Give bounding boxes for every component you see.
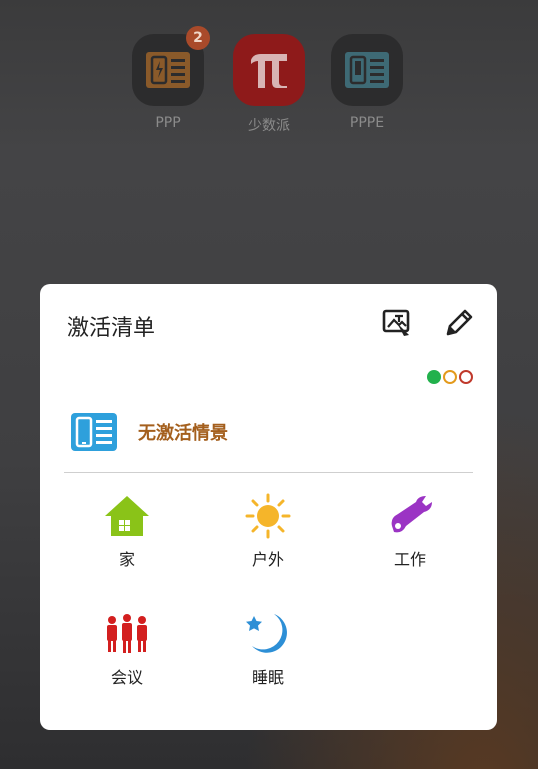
image-edit-button[interactable]: [380, 306, 414, 340]
activation-list-widget: 激活清单 无激活情景 家 户外 工作 会议 睡眠: [40, 284, 497, 730]
active-scene-status[interactable]: 无激活情景: [70, 412, 228, 452]
app-pppe[interactable]: PPPE: [322, 34, 412, 131]
notification-badge: 2: [186, 26, 210, 50]
indicator-dot-red: [459, 370, 473, 384]
app-icon-ppp[interactable]: 2: [132, 26, 210, 106]
indicator-dot-orange: [443, 370, 457, 384]
app-sspai[interactable]: 少数派: [224, 34, 314, 135]
indicator-dot-green: [427, 370, 441, 384]
status-indicator-dots: [427, 370, 473, 384]
scene-label: 工作: [393, 550, 426, 569]
scene-label: 家: [118, 550, 135, 569]
scene-meeting[interactable]: 会议: [77, 610, 177, 688]
house-icon: [105, 496, 149, 536]
scene-outdoor[interactable]: 户外: [218, 492, 318, 570]
scene-label: 户外: [251, 550, 284, 569]
app-icon-sspai[interactable]: [233, 34, 305, 106]
app-label: PPPE: [349, 115, 385, 131]
phone-list-icon: [146, 52, 190, 88]
scene-sleep[interactable]: 睡眠: [218, 610, 318, 688]
widget-title: 激活清单: [67, 316, 156, 341]
phone-list-icon: [345, 52, 389, 88]
scene-label: 会议: [110, 668, 143, 687]
image-edit-icon: [382, 309, 410, 336]
scene-work[interactable]: 工作: [360, 492, 460, 570]
app-icon-pppe[interactable]: [331, 34, 403, 106]
scene-label: 睡眠: [251, 668, 284, 687]
edit-button[interactable]: [442, 306, 476, 340]
people-icon: [107, 614, 147, 653]
app-ppp[interactable]: 2 PPP: [123, 26, 213, 131]
wrench-icon: [391, 496, 432, 533]
scene-home[interactable]: 家: [77, 492, 177, 570]
app-label: PPP: [155, 115, 181, 131]
status-text: 无激活情景: [138, 423, 228, 444]
divider: [64, 472, 473, 473]
moon-star-icon: [246, 614, 287, 653]
app-label: 少数派: [248, 118, 290, 134]
phone-list-icon: [71, 413, 117, 451]
sun-icon: [245, 493, 291, 539]
pencil-icon: [446, 309, 473, 336]
pi-icon: [251, 54, 287, 88]
